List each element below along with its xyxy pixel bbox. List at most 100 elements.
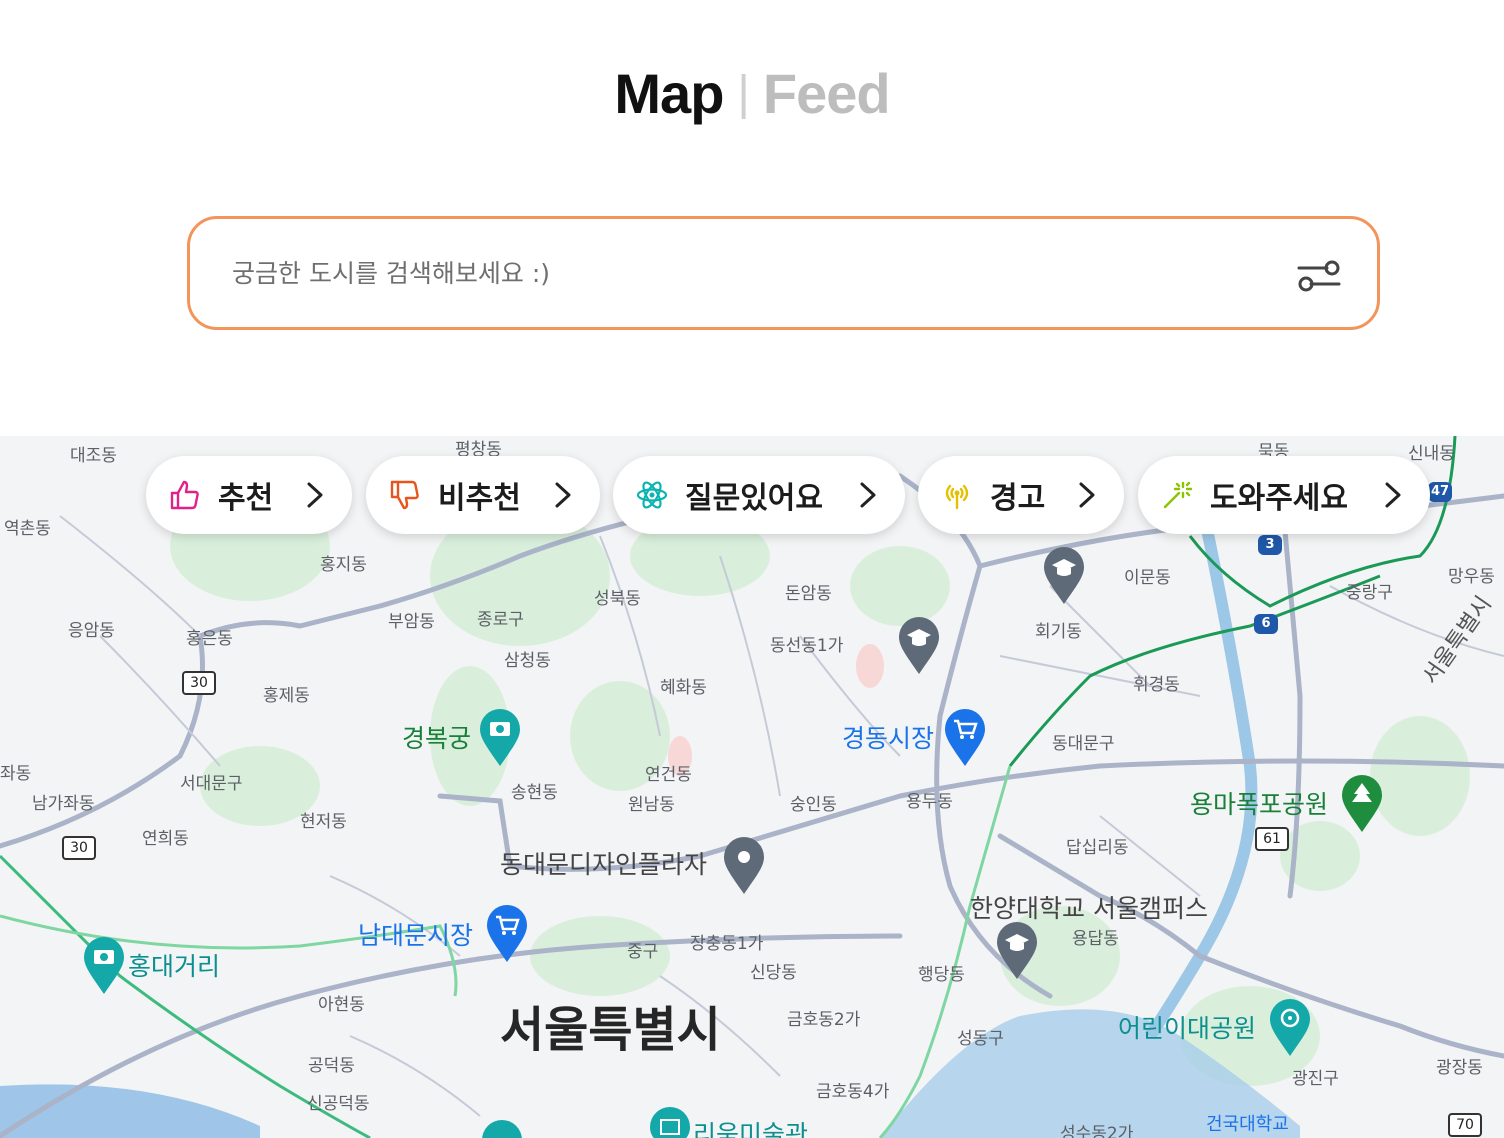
district-label: 종로구 [477, 610, 524, 630]
district-label: 송현동 [511, 783, 558, 803]
chevron-right-icon [555, 482, 571, 508]
poi-ddp[interactable]: 동대문디자인플라자 [500, 852, 707, 877]
district-label: 홍은동 [186, 629, 233, 649]
chip-warning[interactable]: 경고 [918, 456, 1124, 534]
district-label: 홍제동 [263, 686, 310, 706]
poi-namdaemun-market[interactable]: 남대문시장 [358, 923, 473, 948]
district-label: 용두동 [906, 792, 953, 812]
district-label: 회기동 [1035, 622, 1082, 642]
district-label: 부암동 [388, 612, 435, 632]
category-chip-bar: 추천 비추천 질문있어요 경고 도와주세요 [0, 456, 1504, 536]
city-label: 서울특별시 [500, 1002, 721, 1058]
road-shield: 61 [1255, 827, 1289, 851]
amusement-park-pin-icon[interactable] [1268, 998, 1312, 1058]
district-label: 답십리동 [1066, 838, 1129, 858]
view-tabs: Map | Feed [0, 58, 1504, 128]
district-label: 혜화동 [660, 678, 707, 698]
school-pin-icon[interactable] [897, 616, 941, 676]
chip-recommend[interactable]: 추천 [146, 456, 352, 534]
district-label: 용답동 [1072, 929, 1119, 949]
district-label: 삼청동 [504, 651, 551, 671]
metro-station-badge[interactable]: 3 [1258, 535, 1282, 555]
district-label: 돈암동 [785, 584, 832, 604]
district-label: 성북동 [594, 589, 641, 609]
tab-separator: | [737, 66, 750, 120]
district-label: 현저동 [300, 812, 347, 832]
chip-label: 도와주세요 [1210, 481, 1348, 516]
district-label: 원남동 [628, 795, 675, 815]
district-label: 응암동 [68, 621, 115, 641]
district-label: 금호동2가 [787, 1010, 861, 1030]
poi-hongdae[interactable]: 홍대거리 [128, 954, 220, 979]
road-shield: 30 [182, 671, 216, 695]
chip-help[interactable]: 도와주세요 [1138, 456, 1430, 534]
shopping-cart-pin-icon[interactable] [943, 708, 987, 768]
chip-label: 질문있어요 [685, 481, 823, 516]
chevron-right-icon [1079, 482, 1095, 508]
district-label: 서대문구 [180, 774, 243, 794]
chevron-right-icon [307, 482, 323, 508]
thumbs-down-icon [388, 478, 422, 512]
district-label: 동선동1가 [770, 636, 844, 656]
district-label: 좌동 [0, 764, 32, 784]
chevron-right-icon [860, 482, 876, 508]
road-shield: 70 [1448, 1113, 1482, 1137]
school-pin-icon[interactable] [995, 921, 1039, 981]
camera-pin-icon[interactable] [480, 1120, 524, 1138]
chip-label: 경고 [990, 481, 1046, 516]
district-label: 연희동 [142, 829, 189, 849]
shopping-cart-pin-icon[interactable] [485, 904, 529, 964]
district-label: 아현동 [318, 995, 365, 1015]
road-shield: 30 [62, 836, 96, 860]
search-input[interactable] [230, 257, 1234, 289]
district-label: 휘경동 [1133, 675, 1180, 695]
metro-station-badge[interactable]: 6 [1254, 614, 1278, 634]
district-label: 망우동 [1448, 567, 1495, 587]
district-label: 신당동 [750, 963, 797, 983]
broadcast-icon [940, 478, 974, 512]
search-bar [187, 216, 1380, 330]
tab-map[interactable]: Map [614, 61, 724, 126]
school-pin-icon[interactable] [1042, 546, 1086, 606]
poi-yongma-park[interactable]: 용마폭포공원 [1190, 792, 1328, 817]
district-label: 중랑구 [1346, 583, 1393, 603]
chip-not-recommend[interactable]: 비추천 [366, 456, 600, 534]
district-label: 이문동 [1124, 568, 1171, 588]
chevron-right-icon [1385, 482, 1401, 508]
atom-icon [635, 478, 669, 512]
map-view[interactable]: 서울특별시 경복궁 경동시장 동대문디자인플라자 남대문시장 홍대거리 한양대학… [0, 436, 1504, 1138]
place-pin-icon[interactable] [722, 836, 766, 896]
district-label: 금호동4가 [816, 1082, 890, 1102]
poi-gyeongdong-market[interactable]: 경동시장 [842, 726, 934, 751]
district-label: 남가좌동 [32, 794, 95, 814]
poi-gyeongbokgung[interactable]: 경복궁 [402, 726, 471, 751]
poi-childrens-park[interactable]: 어린이대공원 [1118, 1016, 1256, 1041]
district-label: 광장동 [1436, 1058, 1483, 1078]
poi-konkuk-univ[interactable]: 건국대학교 [1206, 1116, 1289, 1134]
district-label: 행당동 [918, 965, 965, 985]
district-label: 동대문구 [1052, 734, 1115, 754]
district-label: 성동구 [957, 1029, 1004, 1049]
tab-feed[interactable]: Feed [763, 61, 891, 126]
district-label: 광진구 [1292, 1069, 1339, 1089]
thumbs-up-icon [168, 478, 202, 512]
chip-label: 비추천 [438, 481, 521, 516]
poi-hanyang-univ[interactable]: 한양대학교 서울캠퍼스 [970, 896, 1208, 921]
chip-label: 추천 [218, 481, 274, 516]
museum-pin-icon[interactable] [648, 1106, 692, 1138]
district-label: 장충동1가 [690, 934, 764, 954]
district-label: 성수동2가 [1060, 1124, 1134, 1138]
district-label: 숭인동 [790, 795, 837, 815]
district-label: 공덕동 [308, 1056, 355, 1076]
camera-pin-icon[interactable] [478, 708, 522, 768]
district-label: 홍지동 [320, 555, 367, 575]
magic-wand-icon [1160, 478, 1194, 512]
chip-question[interactable]: 질문있어요 [613, 456, 905, 534]
poi-leeum[interactable]: 리움미술관 [693, 1122, 808, 1138]
district-label: 신공덕동 [307, 1094, 370, 1114]
district-label: 연건동 [645, 765, 692, 785]
camera-pin-icon[interactable] [82, 936, 126, 996]
tree-pin-icon[interactable] [1340, 774, 1384, 834]
sliders-icon[interactable] [1297, 259, 1341, 293]
district-label: 중구 [627, 942, 659, 962]
